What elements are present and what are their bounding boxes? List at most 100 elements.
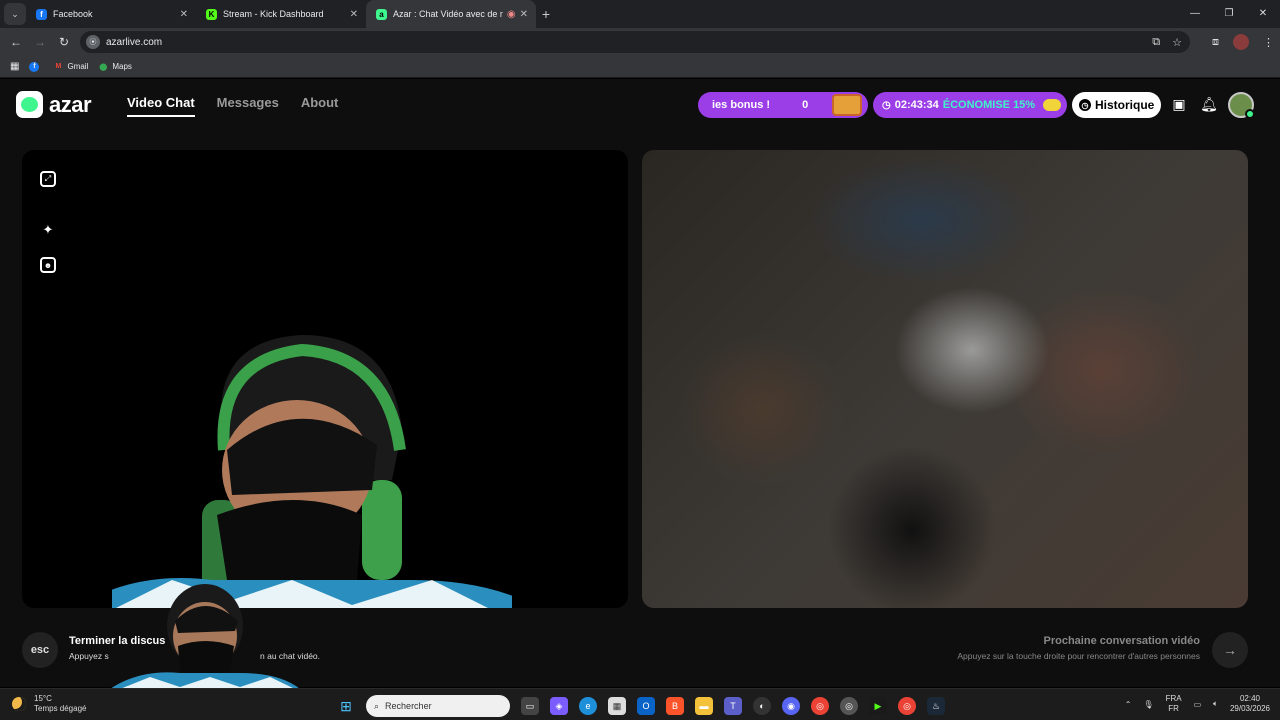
site-info-icon[interactable]: ⦿ <box>86 35 100 49</box>
maps-icon: ⬤ <box>99 63 108 71</box>
expand-icon[interactable]: ⤢ <box>40 171 56 187</box>
azar-logo[interactable]: azar <box>16 91 92 118</box>
gmail-icon: M <box>55 63 62 70</box>
store-icon[interactable]: ▣ <box>1170 95 1188 113</box>
reload-button[interactable]: ↻ <box>52 35 76 49</box>
treasure-chest-icon <box>832 94 862 116</box>
omnibox[interactable]: ⦿ azarlive.com ⧉ ☆ <box>80 31 1190 53</box>
save-text: ÉCONOMISE 15% <box>942 99 1036 111</box>
outlook-icon[interactable]: O <box>637 697 655 715</box>
weather-text: Temps dégagé <box>34 704 87 713</box>
bookmark-label: Maps <box>112 62 132 71</box>
nav-messages[interactable]: Messages <box>217 95 279 117</box>
history-button[interactable]: ◷ Historique <box>1072 92 1161 118</box>
discord-icon[interactable]: ◉ <box>782 697 800 715</box>
main-nav: Video Chat Messages About <box>127 95 338 117</box>
restore-button[interactable]: ❐ <box>1212 0 1246 28</box>
moon-icon <box>12 697 26 711</box>
azar-logo-icon <box>16 91 43 118</box>
forward-button[interactable]: → <box>28 35 52 49</box>
extensions-icon[interactable]: ⧈ <box>1212 36 1219 49</box>
bookmark-maps[interactable]: ⬤ Maps <box>98 62 132 72</box>
brave-icon[interactable]: B <box>666 697 684 715</box>
bookmark-star-icon[interactable]: ☆ <box>1172 36 1182 49</box>
face-sticker-icon[interactable]: ☻ <box>40 257 56 273</box>
kick-icon: K <box>206 8 217 20</box>
browser-tabbar: ⌄ f Facebook ✕ K Stream - Kick Dashboard… <box>0 0 1280 28</box>
azar-app: azar Video Chat Messages About ies bonus… <box>0 79 1280 689</box>
close-icon[interactable]: ✕ <box>180 9 188 20</box>
bell-icon[interactable]: 🔔︎ <box>1200 95 1218 113</box>
windows-taskbar: 15°C Temps dégagé ⊞ ⌕ Rechercher ▭ ◈ e ▦… <box>0 688 1280 720</box>
clock-icon: ◷ <box>882 99 891 111</box>
nav-about[interactable]: About <box>301 95 339 117</box>
system-tray: ⌃ 🎙︎ FRA FR ▭ 🔈︎ 02:40 29/03/2026 <box>1125 694 1270 714</box>
bookmarks-bar: ▦ f M Gmail ⬤ Maps <box>0 56 1280 78</box>
next-chat-subtitle: Appuyez sur la touche droite pour rencon… <box>957 651 1200 661</box>
bookmark-gmail[interactable]: M Gmail <box>53 62 89 72</box>
coin-icon <box>1043 99 1062 111</box>
task-view-icon[interactable]: ▭ <box>521 697 539 715</box>
apps-grid-icon[interactable]: ▦ <box>10 61 19 72</box>
app-icon[interactable]: ◐ <box>753 697 771 715</box>
tab-azar[interactable]: a Azar : Chat Vidéo avec de n ◉ ✕ <box>366 0 536 28</box>
bonus-count: 0 <box>802 99 809 111</box>
close-window-button[interactable]: ✕ <box>1246 0 1280 28</box>
facebook-icon: f <box>29 61 40 72</box>
bookmark-facebook[interactable]: f <box>29 61 43 72</box>
user-avatar[interactable] <box>1228 92 1255 119</box>
discount-timer-banner[interactable]: ◷ 02:43:34 ÉCONOMISE 15% <box>873 92 1067 118</box>
install-app-icon[interactable]: ⧉ <box>1152 36 1160 49</box>
taskbar-search[interactable]: ⌕ Rechercher <box>366 695 510 717</box>
weather-widget[interactable]: 15°C Temps dégagé <box>12 694 86 714</box>
chrome-profile-icon[interactable]: ◎ <box>840 697 858 715</box>
logo-text: azar <box>49 91 92 117</box>
language-bottom: FR <box>1168 704 1179 713</box>
file-explorer-icon[interactable]: ▬ <box>695 697 713 715</box>
date-text: 29/03/2026 <box>1229 704 1270 713</box>
network-icon[interactable]: ▭ <box>1194 700 1202 709</box>
nav-video-chat[interactable]: Video Chat <box>127 95 195 117</box>
bonus-banner[interactable]: ies bonus ! 0 <box>698 92 868 118</box>
local-video: ⤢ ✦ ☻ <box>22 150 628 608</box>
tab-kick[interactable]: K Stream - Kick Dashboard ✕ <box>196 0 366 28</box>
language-indicator[interactable]: FRA FR <box>1166 694 1182 714</box>
edge-icon[interactable]: e <box>579 697 597 715</box>
minimize-button[interactable]: — <box>1178 0 1212 28</box>
next-arrow-button[interactable]: → <box>1212 632 1248 668</box>
chrome-alt-icon[interactable]: ◎ <box>898 697 916 715</box>
magic-wand-icon[interactable]: ✦ <box>40 222 56 238</box>
windows-start-icon[interactable]: ⊞ <box>337 697 355 715</box>
more-menu-icon[interactable]: ⋮ <box>1263 36 1274 49</box>
microphone-icon[interactable]: 🎙︎ <box>1143 700 1153 709</box>
clock[interactable]: 02:40 29/03/2026 <box>1230 694 1270 714</box>
address-bar-row: ← → ↻ ⦿ azarlive.com ⧉ ☆ ⧈ ⋮ <box>0 28 1280 56</box>
chevron-up-icon[interactable]: ⌃ <box>1125 700 1132 709</box>
profile-avatar[interactable] <box>1233 34 1249 50</box>
copilot-icon[interactable]: ◈ <box>550 697 568 715</box>
bookmark-label: Gmail <box>67 62 89 71</box>
teams-icon[interactable]: T <box>724 697 742 715</box>
chrome-icon[interactable]: ◎ <box>811 697 829 715</box>
store-app-icon[interactable]: ▦ <box>608 697 626 715</box>
time-text: 02:40 <box>1239 694 1260 703</box>
kick-app-icon[interactable]: ▶ <box>869 697 887 715</box>
volume-icon[interactable]: 🔈︎ <box>1213 699 1218 709</box>
history-label: Historique <box>1095 98 1155 112</box>
history-clock-icon: ◷ <box>1079 99 1091 111</box>
tab-title: Stream - Kick Dashboard <box>223 9 324 19</box>
tab-title: Facebook <box>53 9 93 19</box>
esc-key-button[interactable]: esc <box>22 632 58 668</box>
bonus-text: ies bonus ! <box>712 99 771 111</box>
close-icon[interactable]: ✕ <box>520 9 528 20</box>
tab-facebook[interactable]: f Facebook ✕ <box>26 0 196 28</box>
tab-search-button[interactable]: ⌄ <box>4 3 26 25</box>
camera-person <box>112 335 512 608</box>
back-button[interactable]: ← <box>4 35 28 49</box>
new-tab-button[interactable]: + <box>536 6 556 22</box>
search-icon: ⌕ <box>374 700 380 711</box>
facebook-icon: f <box>36 8 47 20</box>
close-icon[interactable]: ✕ <box>350 9 358 20</box>
steam-icon[interactable]: ♨ <box>927 697 945 715</box>
search-placeholder: Rechercher <box>385 701 432 711</box>
